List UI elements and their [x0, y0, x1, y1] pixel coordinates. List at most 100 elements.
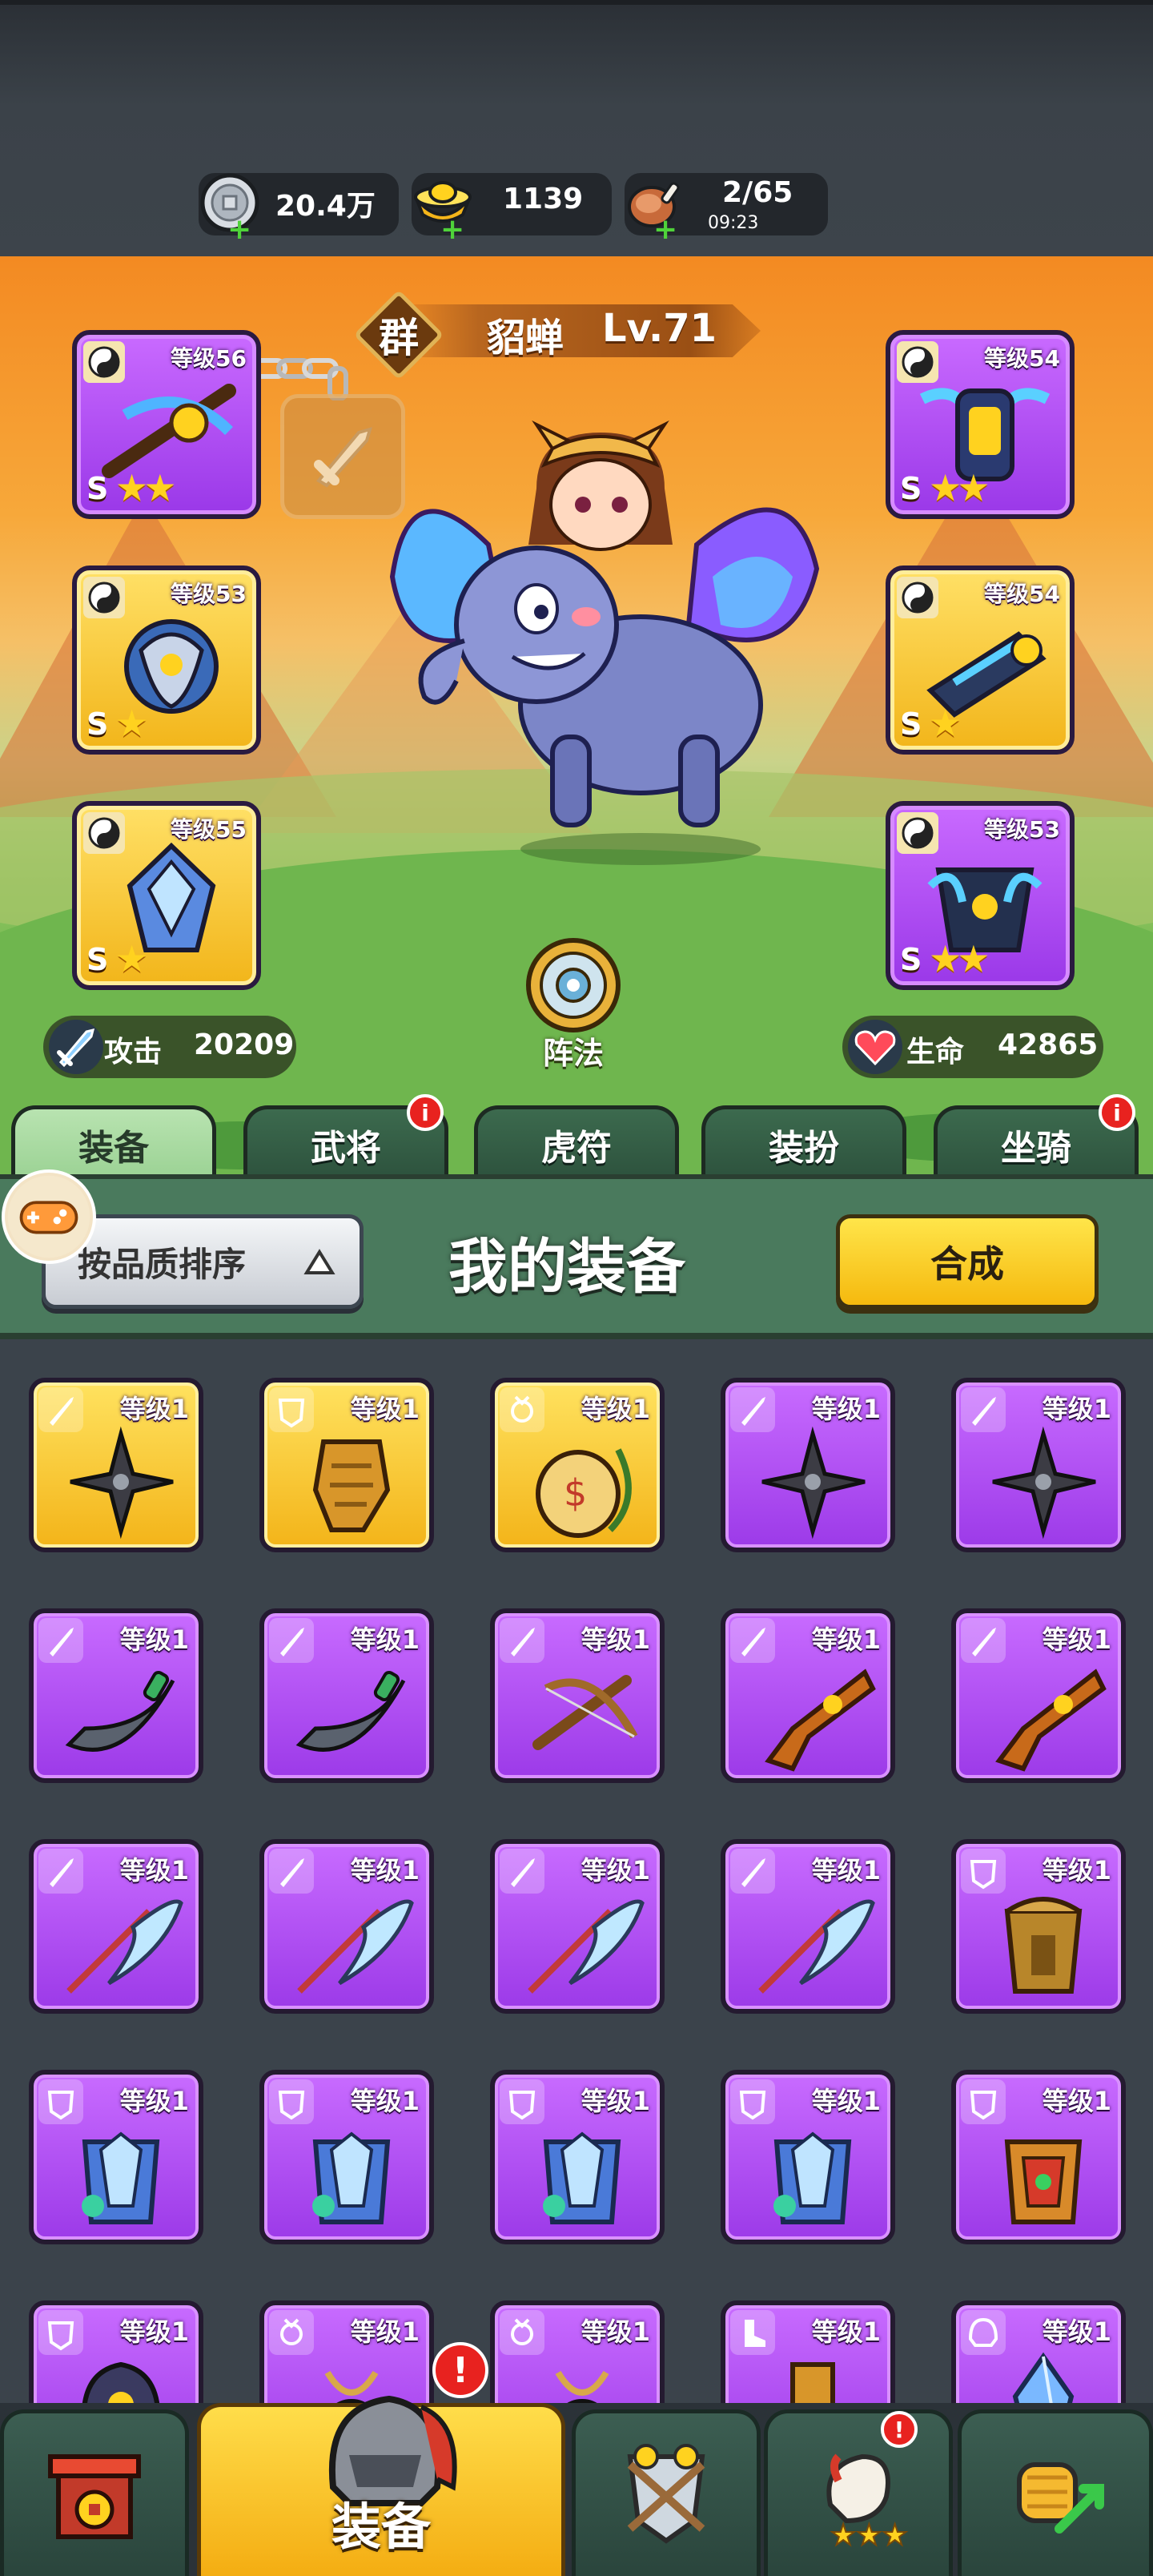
add-stamina-icon[interactable]: +	[653, 215, 677, 244]
inventory-item[interactable]: 等级1	[259, 1839, 434, 2014]
tab-outfit[interactable]: 装扮	[701, 1105, 906, 1179]
equipped-slot-gauntlet[interactable]: 等级54 S ★	[886, 566, 1075, 755]
equipped-slot-boots[interactable]: 等级53 S ★★	[886, 801, 1075, 990]
equipped-slot-armor[interactable]: 等级53 S ★	[72, 566, 261, 755]
nav-home[interactable]	[0, 2409, 189, 2576]
compass-icon	[526, 938, 621, 1032]
inventory-item[interactable]: 等级1	[490, 2070, 665, 2244]
amulet-icon	[555, 2370, 609, 2413]
inventory-item[interactable]: 等级1	[490, 1608, 665, 1783]
inventory-item[interactable]: 等级1	[951, 1839, 1126, 2014]
hero-name: 貂蝉	[487, 316, 564, 360]
inventory-item[interactable]: 等级1	[29, 1378, 203, 1552]
equip-stars: ★★	[115, 466, 177, 509]
equip-grade: S	[900, 706, 922, 742]
inventory-item[interactable]: 等级1	[721, 2300, 895, 2413]
hp-stat: 生命 42865	[842, 1016, 1103, 1078]
scimitar-icon	[65, 1670, 175, 1752]
svg-text:★★★: ★★★	[830, 2519, 908, 2552]
notification-badge: !	[432, 2342, 488, 2398]
tab-label: 坐骑	[1001, 1127, 1071, 1169]
sort-label: 按品质排序	[78, 1244, 247, 1284]
tab-tiger-tally[interactable]: 虎符	[474, 1105, 679, 1179]
stamina-timer: 09:23	[708, 213, 759, 233]
triangle-up-icon	[303, 1249, 335, 1274]
inventory-item[interactable]: 等级1	[721, 1378, 895, 1552]
fist-icon	[1017, 2462, 1104, 2534]
attack-value: 20209	[194, 1028, 295, 1061]
hero-panel: 群 貂蝉 Lv.71 等级56 S ★★ 等级53 S ★ 等级55 S ★ 等…	[0, 256, 1153, 1177]
faction-badge: 群	[353, 289, 444, 380]
stamina-value: 2/65	[722, 176, 793, 209]
formation-button[interactable]: 阵法	[516, 934, 631, 1078]
heart-icon	[848, 1020, 902, 1074]
nav-feast[interactable]: ★★★	[764, 2409, 953, 2576]
inventory-item[interactable]: 等级1	[29, 1839, 203, 2014]
hp-value: 42865	[998, 1028, 1099, 1061]
inventory-item[interactable]: 等级1	[951, 2070, 1126, 2244]
silver-resource[interactable]: + 20.4万	[199, 173, 399, 244]
inventory-item[interactable]: 等级1	[951, 2300, 1126, 2413]
equip-grade: S	[900, 471, 922, 506]
equip-grade: S	[900, 942, 922, 977]
nav-upgrade[interactable]	[958, 2409, 1153, 2576]
tab-equipment[interactable]: 装备	[11, 1105, 216, 1179]
pistol-icon	[995, 1668, 1107, 1772]
faction-label: 群	[379, 315, 419, 361]
stamina-resource[interactable]: + 2/65 09:23	[625, 173, 828, 244]
crossbow-icon	[532, 1675, 638, 1750]
blue-armor-icon	[773, 2131, 852, 2224]
add-gold-icon[interactable]: +	[440, 215, 464, 244]
inventory-item[interactable]: 等级1	[29, 2300, 203, 2413]
blue-armor-icon	[543, 2131, 621, 2224]
inventory-item[interactable]: 等级1	[490, 2300, 665, 2413]
equip-stars: ★	[115, 937, 148, 980]
chicken-leg-icon: ★★★	[826, 2453, 909, 2553]
sword-icon	[49, 1020, 103, 1074]
inventory-item[interactable]: 等级1	[721, 1608, 895, 1783]
gamepad-icon[interactable]	[2, 1169, 96, 1264]
gold-resource[interactable]: + 1139	[412, 173, 612, 244]
shuriken-icon	[761, 1426, 866, 1540]
equip-stars: ★	[115, 702, 148, 745]
glaive-icon	[758, 1899, 875, 1994]
gold-armor-icon	[1004, 1897, 1083, 1994]
hero-tabs: 装备 武将 i 虎符 装扮 坐骑 i	[0, 1094, 1153, 1179]
boot-icon	[790, 2362, 835, 2413]
bottom-navigation: 装备 ! ★★★ !	[0, 2342, 1153, 2576]
inventory-item[interactable]: 等级1	[721, 2070, 895, 2244]
inventory-item[interactable]: 等级1	[951, 1608, 1126, 1783]
equip-grade: S	[86, 942, 109, 977]
silver-value: 20.4万	[275, 190, 376, 223]
page-title: 我的装备	[448, 1233, 685, 1302]
glaive-icon	[66, 1899, 183, 1994]
hp-label: 生命	[906, 1036, 965, 1069]
inventory-item[interactable]: 等级1	[259, 1378, 434, 1552]
inventory-item[interactable]: 等级1	[29, 1608, 203, 1783]
add-silver-icon[interactable]: +	[227, 215, 251, 244]
shuriken-icon	[992, 1426, 1096, 1540]
combine-button[interactable]: 合成	[836, 1214, 1099, 1309]
glaive-icon	[528, 1899, 645, 1994]
blue-armor-icon	[312, 2131, 391, 2224]
equip-grade: S	[86, 471, 109, 506]
equipped-slot-helmet[interactable]: 等级55 S ★	[72, 801, 261, 990]
inventory-item[interactable]: 等级1	[721, 1839, 895, 2014]
equip-stars: ★	[929, 702, 962, 745]
inventory-item[interactable]: 等级1	[29, 2070, 203, 2244]
equip-grade: S	[86, 706, 109, 742]
nav-equipment[interactable]: 装备	[197, 2395, 565, 2576]
inventory-item[interactable]: 等级1	[490, 1839, 665, 2014]
inventory-item[interactable]: 等级1	[951, 1378, 1126, 1552]
gold-value: 1139	[503, 183, 584, 215]
inventory-item[interactable]: 等级1 $	[490, 1378, 665, 1552]
equipped-slot-chest[interactable]: 等级54 S ★★	[886, 330, 1075, 519]
shuriken-icon	[70, 1426, 174, 1540]
inventory-item[interactable]: 等级1	[259, 1608, 434, 1783]
inventory-item[interactable]: 等级1	[259, 2070, 434, 2244]
notification-badge: i	[1099, 1094, 1135, 1131]
equipped-slot-weapon[interactable]: 等级56 S ★★	[72, 330, 261, 519]
nav-battle[interactable]	[572, 2409, 761, 2576]
notification-badge: !	[881, 2411, 918, 2448]
combine-label: 合成	[930, 1242, 1004, 1286]
